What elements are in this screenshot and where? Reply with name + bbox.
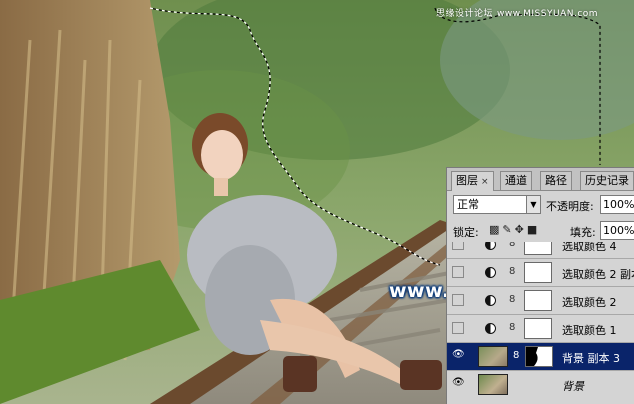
site-watermark-en: www.MISSYUAN.com xyxy=(497,9,599,19)
blend-row: 正常 ▼ 不透明度: 100% xyxy=(453,195,634,215)
layer-mask-thumb[interactable] xyxy=(524,242,552,255)
link-icon: 8 xyxy=(509,294,516,305)
layer-row-selected[interactable]: 👁 8 背景 副本 3 xyxy=(447,342,634,370)
visibility-toggle[interactable] xyxy=(452,322,464,334)
lock-icon[interactable]: ■ xyxy=(527,223,540,236)
lock-icons: ▩✎✥■ xyxy=(489,223,540,236)
eye-icon[interactable]: 👁 xyxy=(452,378,465,390)
layer-row[interactable]: 8 选取颜色 2 副本 xyxy=(447,258,634,286)
adjustment-layer-icon xyxy=(485,242,496,250)
visibility-toggle[interactable] xyxy=(452,242,464,250)
chevron-down-icon[interactable]: ▼ xyxy=(526,196,540,213)
layer-mask-thumb[interactable] xyxy=(524,290,552,311)
tab-layers-label: 图层 xyxy=(456,174,478,187)
layers-list: 8 选取颜色 4 8 选取颜色 2 副本 8 选取颜色 2 8 选取颜色 1 👁 xyxy=(447,242,634,404)
brush-icon[interactable]: ✎ xyxy=(502,223,514,236)
link-icon: 8 xyxy=(513,350,520,361)
lock-transparent-icon[interactable]: ▩ xyxy=(489,223,502,236)
layer-mask-thumb[interactable] xyxy=(525,346,553,367)
tab-paths-label: 路径 xyxy=(545,174,567,187)
layer-mask-thumb[interactable] xyxy=(524,262,552,283)
link-icon: 8 xyxy=(509,266,516,277)
site-watermark-top: 思缘设计论坛 www.MISSYUAN.com xyxy=(436,6,598,19)
opacity-label: 不透明度: xyxy=(546,200,594,213)
fill-label: 填充: xyxy=(570,226,596,239)
layer-thumbnail[interactable] xyxy=(478,346,508,367)
tab-channels[interactable]: 通道 xyxy=(500,171,532,190)
link-icon: 8 xyxy=(509,322,516,333)
blend-mode-value: 正常 xyxy=(457,198,479,211)
layer-name: 背景 xyxy=(562,380,584,393)
layer-row[interactable]: 8 选取颜色 4 xyxy=(447,242,634,258)
layer-row[interactable]: 8 选取颜色 2 xyxy=(447,286,634,314)
layer-row[interactable]: 8 选取颜色 1 xyxy=(447,314,634,342)
move-icon[interactable]: ✥ xyxy=(515,223,527,236)
lock-label: 锁定: xyxy=(453,226,479,239)
visibility-toggle[interactable] xyxy=(452,294,464,306)
layer-mask-thumb[interactable] xyxy=(524,318,552,339)
adjustment-layer-icon xyxy=(485,295,496,306)
tab-history[interactable]: 历史记录 xyxy=(580,171,634,190)
close-icon[interactable]: × xyxy=(481,177,489,187)
layer-thumbnail[interactable] xyxy=(478,374,508,395)
layer-name: 背景 副本 3 xyxy=(562,352,620,365)
site-watermark-cn: 思缘设计论坛 xyxy=(436,9,494,19)
layer-name: 选取颜色 4 xyxy=(562,242,617,253)
mask-shape-icon xyxy=(534,347,552,366)
fill-input[interactable]: 100% xyxy=(600,221,634,240)
tab-layers[interactable]: 图层 × xyxy=(451,171,494,191)
blend-mode-select[interactable]: 正常 ▼ xyxy=(453,195,541,214)
tab-channels-label: 通道 xyxy=(505,174,527,187)
layer-row[interactable]: 👁 背景 xyxy=(447,370,634,398)
adjustment-layer-icon xyxy=(485,323,496,334)
tab-paths[interactable]: 路径 xyxy=(540,171,572,190)
tab-history-label: 历史记录 xyxy=(585,174,629,187)
layer-name: 选取颜色 1 xyxy=(562,324,617,337)
opacity-input[interactable]: 100% xyxy=(600,195,634,214)
layer-name: 选取颜色 2 副本 xyxy=(562,268,634,281)
panel-tab-bar: 图层 × 通道 路径 历史记录 xyxy=(447,168,634,191)
link-icon: 8 xyxy=(509,242,516,249)
layers-panel: 图层 × 通道 路径 历史记录 正常 ▼ 不透明度: 100% 锁定: ▩✎✥■ … xyxy=(446,167,634,404)
eye-icon[interactable]: 👁 xyxy=(452,350,465,362)
adjustment-layer-icon xyxy=(485,267,496,278)
layer-name: 选取颜色 2 xyxy=(562,296,617,309)
lock-row: 锁定: ▩✎✥■ 填充: 100% xyxy=(453,221,634,241)
visibility-toggle[interactable] xyxy=(452,266,464,278)
